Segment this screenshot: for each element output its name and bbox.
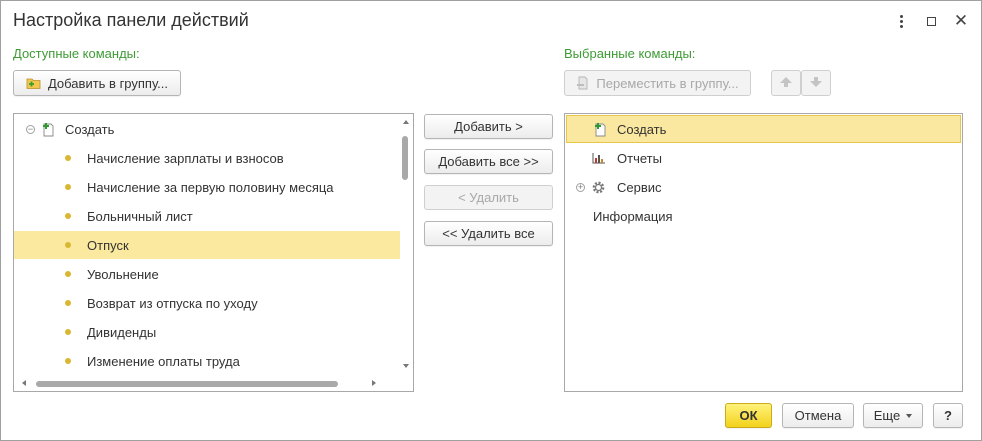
- document-add-icon: [593, 121, 607, 137]
- list-item-label: Больничный лист: [87, 208, 193, 224]
- selected-node-service[interactable]: + Сервис: [565, 173, 960, 201]
- arrow-down-icon: [809, 76, 823, 91]
- report-chart-icon: [592, 152, 606, 164]
- selected-commands-tree[interactable]: Создать Отчеты + Сервис Информация: [564, 113, 963, 392]
- list-item[interactable]: Увольнение: [14, 260, 400, 288]
- list-item-label: Изменение оплаты труда: [87, 353, 240, 369]
- bullet-icon: [65, 358, 71, 364]
- vertical-scroll-thumb[interactable]: [402, 136, 408, 180]
- scroll-right-icon[interactable]: [372, 380, 376, 386]
- list-item[interactable]: Отпуск: [14, 231, 400, 259]
- list-item-label: Начисление зарплаты и взносов: [87, 150, 284, 166]
- more-actions-icon[interactable]: [893, 13, 909, 29]
- close-icon[interactable]: ✕: [953, 11, 969, 30]
- maximize-icon[interactable]: [923, 13, 939, 29]
- selected-node-info[interactable]: Информация: [565, 202, 960, 230]
- list-item[interactable]: Дивиденды: [14, 318, 400, 346]
- list-item[interactable]: Начисление зарплаты и взносов: [14, 144, 400, 172]
- list-item-label: Увольнение: [87, 266, 159, 282]
- available-commands-label: Доступные команды:: [13, 46, 140, 61]
- add-to-group-button[interactable]: Добавить в группу...: [13, 70, 181, 96]
- document-add-icon: [41, 121, 55, 137]
- move-down-button[interactable]: [801, 70, 831, 96]
- list-item[interactable]: Возврат из отпуска по уходу: [14, 289, 400, 317]
- list-item[interactable]: Больничный лист: [14, 202, 400, 230]
- bullet-icon: [65, 155, 71, 161]
- tree-node-label: Создать: [65, 121, 115, 137]
- scroll-down-icon[interactable]: [403, 364, 409, 368]
- selected-node-label: Отчеты: [617, 150, 662, 166]
- available-commands-tree[interactable]: − Создать Начисление зарплаты и взносов Н…: [13, 113, 414, 392]
- list-item-label: Дивиденды: [87, 324, 157, 340]
- bullet-icon: [65, 271, 71, 277]
- move-up-button[interactable]: [771, 70, 801, 96]
- add-all-button[interactable]: Добавить все >>: [424, 149, 553, 174]
- selected-node-label: Информация: [593, 208, 673, 224]
- dropdown-arrow-icon: [906, 413, 913, 418]
- bullet-icon: [65, 184, 71, 190]
- move-to-group-icon: [576, 76, 590, 90]
- dialog-title: Настройка панели действий: [13, 10, 249, 30]
- bullet-icon: [65, 300, 71, 306]
- bullet-icon: [65, 242, 71, 248]
- cancel-button[interactable]: Отмена: [782, 403, 854, 428]
- gear-icon: [591, 180, 606, 195]
- list-item-label: Возврат из отпуска по уходу: [87, 295, 258, 311]
- selected-commands-label: Выбранные команды:: [564, 46, 696, 61]
- more-button-label: Еще: [873, 408, 901, 423]
- expand-icon[interactable]: +: [576, 182, 585, 192]
- horizontal-scroll-thumb[interactable]: [36, 381, 338, 387]
- move-to-group-label: Переместить в группу...: [596, 75, 739, 91]
- vertical-scrollbar[interactable]: [400, 114, 412, 376]
- selected-node-create[interactable]: Создать: [566, 115, 961, 143]
- scroll-left-icon[interactable]: [22, 380, 26, 386]
- collapse-icon[interactable]: −: [26, 124, 35, 134]
- list-item[interactable]: Начисление за первую половину месяца: [14, 173, 400, 201]
- bullet-icon: [65, 329, 71, 335]
- dialog-window: Настройка панели действий ✕ Доступные ко…: [0, 0, 982, 441]
- bullet-icon: [65, 213, 71, 219]
- more-button[interactable]: Еще: [863, 403, 923, 428]
- add-button[interactable]: Добавить >: [424, 114, 553, 139]
- selected-node-label: Сервис: [617, 179, 662, 195]
- ok-button[interactable]: ОК: [725, 403, 772, 428]
- list-item-label: Начисление за первую половину месяца: [87, 179, 334, 195]
- list-item-label: Отпуск: [87, 237, 129, 253]
- folder-add-icon: [26, 76, 42, 90]
- remove-all-button[interactable]: << Удалить все: [424, 221, 553, 246]
- arrow-up-icon: [779, 76, 793, 91]
- remove-button[interactable]: < Удалить: [424, 185, 553, 210]
- selected-node-reports[interactable]: Отчеты: [565, 144, 960, 172]
- help-button[interactable]: ?: [933, 403, 963, 428]
- scroll-up-icon[interactable]: [403, 120, 409, 124]
- list-item[interactable]: Изменение оплаты труда: [14, 347, 400, 375]
- selected-node-label: Создать: [617, 121, 667, 137]
- add-to-group-label: Добавить в группу...: [47, 75, 169, 91]
- tree-node-create[interactable]: − Создать: [14, 115, 400, 143]
- move-to-group-button[interactable]: Переместить в группу...: [564, 70, 751, 96]
- horizontal-scrollbar[interactable]: [14, 376, 400, 390]
